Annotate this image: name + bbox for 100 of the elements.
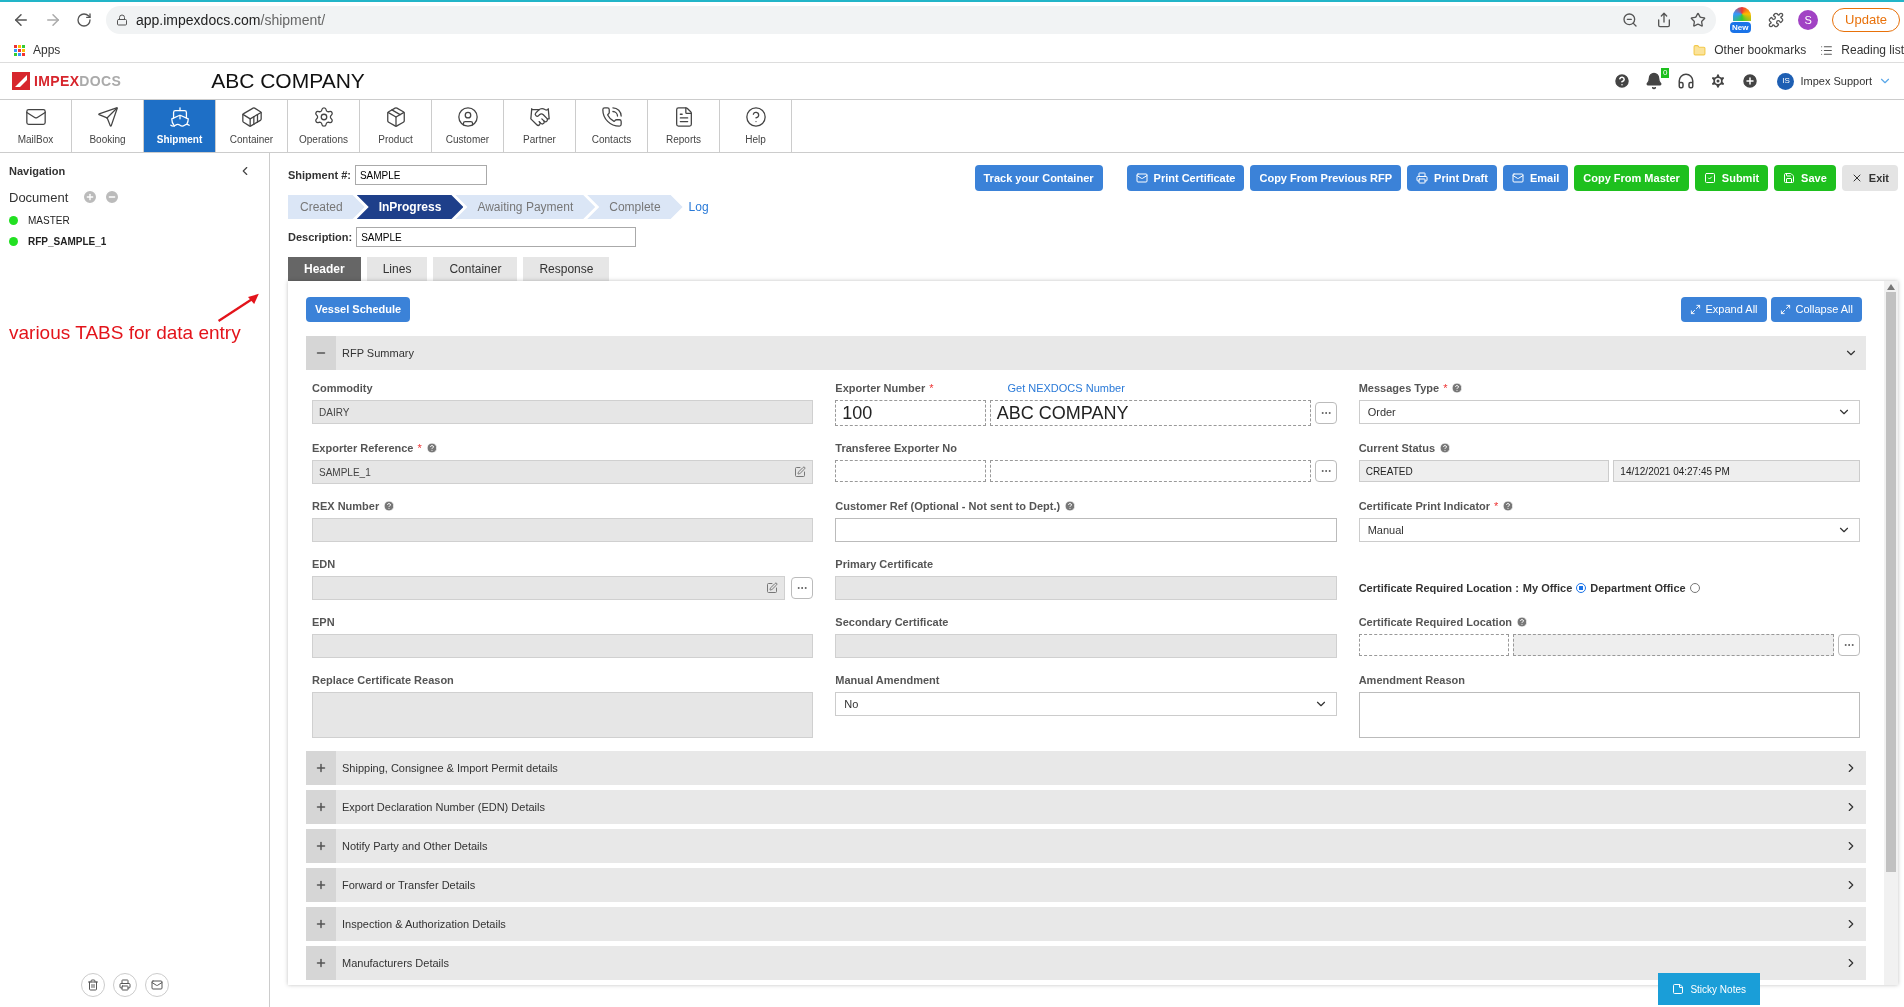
document-item[interactable]: MASTER bbox=[28, 213, 70, 228]
add-icon[interactable] bbox=[1741, 72, 1760, 90]
edit-icon[interactable] bbox=[794, 466, 807, 478]
required-asterisk: * bbox=[417, 440, 422, 456]
expand-all-button[interactable]: Expand All bbox=[1680, 297, 1767, 322]
text-field[interactable] bbox=[312, 576, 786, 600]
form-tab[interactable]: Header bbox=[288, 257, 361, 281]
ship-icon bbox=[168, 105, 191, 128]
section-title: Forward or Transfer Details bbox=[342, 877, 477, 893]
log-link[interactable]: Log bbox=[688, 198, 709, 216]
action-button[interactable]: Copy From Previous RFP bbox=[1250, 165, 1402, 191]
nexdocs-link[interactable]: Get NEXDOCS Number bbox=[1007, 379, 1125, 397]
field-label: Exporter Number bbox=[835, 380, 926, 396]
navigation-title: Navigation bbox=[9, 164, 66, 179]
share-icon[interactable] bbox=[1656, 12, 1673, 28]
help-icon[interactable] bbox=[383, 500, 396, 512]
document-item[interactable]: RFP_SAMPLE_1 bbox=[28, 234, 107, 249]
radio-button[interactable] bbox=[1576, 583, 1587, 593]
text-field[interactable] bbox=[989, 460, 1311, 482]
section-title: Export Declaration Number (EDN) Details bbox=[342, 799, 546, 815]
text-field[interactable]: CREATED bbox=[1358, 460, 1610, 482]
user-avatar[interactable]: IS bbox=[1777, 72, 1795, 90]
help-icon[interactable] bbox=[1502, 500, 1515, 512]
apps-icon[interactable] bbox=[14, 44, 25, 56]
text-field[interactable]: DAIRY bbox=[312, 400, 814, 424]
text-field[interactable] bbox=[835, 634, 1337, 658]
section-title: Shipping, Consignee & Import Permit details bbox=[342, 760, 559, 776]
vessel-schedule-button[interactable]: Vessel Schedule bbox=[306, 297, 411, 322]
action-button[interactable]: Exit bbox=[1841, 165, 1898, 191]
action-button[interactable]: Print Draft bbox=[1407, 165, 1497, 191]
notification-badge: 0 bbox=[1661, 68, 1670, 78]
form-tab[interactable]: Response bbox=[523, 257, 610, 281]
help-icon[interactable] bbox=[1613, 72, 1632, 90]
shipment-field[interactable]: SAMPLE bbox=[354, 165, 487, 185]
envelope-icon bbox=[150, 979, 163, 991]
text-field[interactable] bbox=[835, 460, 986, 482]
section-header[interactable]: Export Declaration Number (EDN) Details bbox=[306, 790, 1866, 824]
field-label: EDN bbox=[312, 556, 336, 572]
section-title: RFP Summary bbox=[342, 345, 415, 361]
reload-icon[interactable] bbox=[76, 12, 92, 28]
collapse-all-button[interactable]: Collapse All bbox=[1770, 297, 1862, 322]
section-header[interactable]: Notify Party and Other Details bbox=[306, 829, 1866, 863]
forward-icon[interactable] bbox=[44, 11, 62, 29]
star-icon[interactable] bbox=[1690, 12, 1707, 28]
reading-list[interactable]: Reading list bbox=[1841, 41, 1904, 59]
plus-icon bbox=[315, 762, 327, 774]
action-button[interactable]: Track your Container bbox=[974, 165, 1103, 191]
action-button[interactable]: Print Certificate bbox=[1126, 165, 1245, 191]
text-field[interactable]: ABC COMPANY bbox=[989, 400, 1311, 426]
help-icon[interactable] bbox=[1516, 616, 1529, 628]
bell-icon[interactable] bbox=[1645, 72, 1664, 90]
address-bar[interactable]: app.impexdocs.com/shipment/ bbox=[106, 6, 1717, 34]
section-header[interactable]: Shipping, Consignee & Import Permit details bbox=[306, 751, 1866, 785]
text-field[interactable] bbox=[312, 634, 814, 658]
form-tab[interactable]: Container bbox=[433, 257, 518, 281]
module-tab[interactable]: Shipment bbox=[144, 100, 216, 152]
field-label: Manual Amendment bbox=[835, 672, 940, 688]
zoom-out-icon[interactable] bbox=[1622, 12, 1639, 28]
edit-icon[interactable] bbox=[766, 582, 779, 594]
action-button[interactable]: Email bbox=[1502, 165, 1569, 191]
help-icon[interactable] bbox=[1451, 382, 1464, 394]
text-field[interactable] bbox=[1358, 634, 1510, 656]
text-field[interactable]: SAMPLE_1 bbox=[312, 460, 814, 484]
field-label: Commodity bbox=[312, 380, 373, 396]
help-icon[interactable] bbox=[1064, 500, 1077, 512]
apps-bookmark[interactable]: Apps bbox=[33, 41, 61, 59]
section-header[interactable]: Inspection & Authorization Details bbox=[306, 907, 1866, 941]
section-header[interactable]: Forward or Transfer Details bbox=[306, 868, 1866, 902]
phone-icon bbox=[600, 105, 623, 128]
other-bookmarks[interactable]: Other bookmarks bbox=[1714, 41, 1807, 59]
text-field[interactable] bbox=[1513, 634, 1834, 656]
select-field[interactable]: No bbox=[835, 692, 1337, 716]
back-icon[interactable] bbox=[12, 11, 30, 29]
field-label: Exporter Reference bbox=[312, 440, 414, 456]
radio-button[interactable] bbox=[1689, 583, 1700, 593]
progress-step: Awaiting Payment bbox=[455, 195, 596, 219]
profile-avatar[interactable]: S bbox=[1798, 10, 1819, 30]
plus-icon bbox=[315, 918, 327, 930]
help-icon[interactable] bbox=[425, 442, 438, 454]
extension-icon[interactable] bbox=[1733, 7, 1752, 21]
more-button[interactable] bbox=[1838, 634, 1860, 656]
form-tab[interactable]: Lines bbox=[366, 257, 428, 281]
text-field[interactable]: 14/12/2021 04:27:45 PM bbox=[1613, 460, 1860, 482]
annotation-text: various TABS for data entry bbox=[9, 321, 241, 345]
shipment-label: Shipment #: bbox=[288, 167, 351, 183]
text-field[interactable] bbox=[835, 576, 1337, 600]
section-header[interactable]: Manufacturers Details bbox=[306, 946, 1866, 980]
user-name[interactable]: Impex Support bbox=[1800, 72, 1872, 90]
puzzle-icon[interactable] bbox=[1768, 12, 1785, 28]
scrollbar[interactable] bbox=[1884, 281, 1898, 985]
headphones-icon[interactable] bbox=[1677, 72, 1696, 90]
select-field[interactable]: Order bbox=[1358, 400, 1860, 424]
section-header[interactable]: RFP Summary bbox=[306, 336, 1866, 370]
scroll-up-icon[interactable] bbox=[1887, 284, 1895, 290]
text-field[interactable]: 100 bbox=[835, 400, 986, 426]
text-field[interactable] bbox=[835, 518, 1337, 542]
select-field[interactable]: Manual bbox=[1358, 518, 1860, 542]
text-field[interactable] bbox=[312, 518, 814, 542]
help-icon[interactable] bbox=[1439, 442, 1452, 454]
description-field[interactable]: SAMPLE bbox=[356, 227, 637, 247]
